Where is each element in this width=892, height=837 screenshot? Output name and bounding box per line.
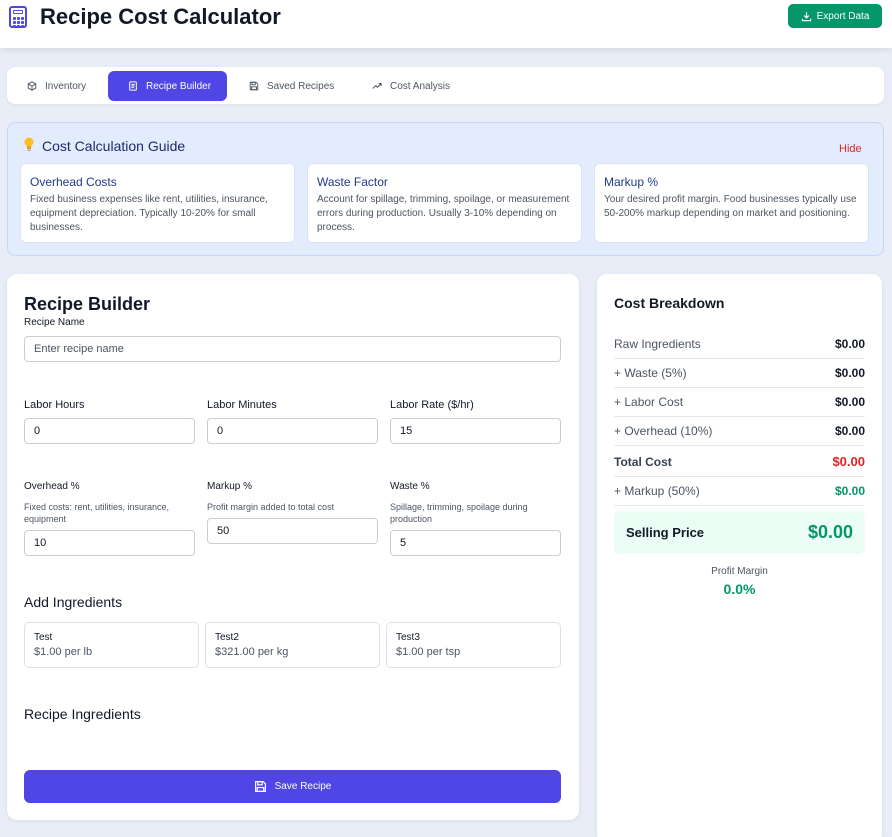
ingredient-card[interactable]: Test $1.00 per lb: [24, 622, 199, 668]
recipe-name-input[interactable]: Enter recipe name: [24, 336, 561, 362]
breakdown-row-value: $0.00: [834, 395, 865, 409]
recipe-name-label: Recipe Name: [24, 317, 85, 328]
save-icon: [254, 781, 266, 792]
ingredient-card[interactable]: Test2 $321.00 per kg: [205, 622, 380, 668]
overhead-hint: Fixed costs: rent, utilities, insurance,…: [24, 502, 170, 524]
tab-cost-analysis[interactable]: Cost Analysis: [352, 71, 467, 101]
labor-hours-label: Labor Hours: [24, 399, 85, 411]
breakdown-row-value: $0.00: [834, 484, 865, 498]
waste-input[interactable]: 5: [390, 530, 561, 556]
markup-input[interactable]: 50: [207, 518, 378, 544]
hide-guide-link[interactable]: Hide: [839, 143, 862, 155]
app-title: Recipe Cost Calculator: [40, 4, 281, 29]
export-data-label: Export Data: [816, 10, 870, 22]
add-ingredients-title: Add Ingredients: [24, 594, 123, 610]
breakdown-row-label: Total Cost: [614, 454, 672, 469]
ingredient-price: $1.00 per lb: [34, 646, 93, 658]
selling-price-box: Selling Price $0.00: [614, 511, 865, 554]
overhead-label: Overhead %: [24, 481, 80, 492]
labor-minutes-label: Labor Minutes: [207, 399, 277, 411]
labor-minutes-input[interactable]: 0: [207, 418, 378, 444]
guide-card-title: Waste Factor: [317, 175, 388, 189]
breakdown-row-waste: + Waste (5%) $0.00: [614, 359, 865, 388]
labor-rate-input[interactable]: 15: [390, 418, 561, 444]
ingredient-card[interactable]: Test3 $1.00 per tsp: [386, 622, 561, 668]
waste-label: Waste %: [390, 481, 430, 492]
selling-price-label: Selling Price: [626, 525, 705, 540]
guide-title: Cost Calculation Guide: [42, 138, 186, 154]
profit-margin-value: 0.0%: [723, 581, 756, 597]
save-icon: [249, 81, 259, 91]
main-tabs: Inventory Recipe Builder Saved Recipes C…: [7, 67, 884, 104]
ingredient-name: Test3: [396, 632, 420, 643]
breakdown-row-value: $0.00: [834, 424, 865, 438]
selling-price-value: $0.00: [807, 522, 853, 542]
cost-breakdown-panel: Cost Breakdown Raw Ingredients $0.00 + W…: [597, 274, 882, 837]
guide-card-title: Markup %: [604, 175, 659, 189]
cost-breakdown-title: Cost Breakdown: [614, 295, 725, 311]
markup-label: Markup %: [207, 481, 253, 492]
lightbulb-icon: [24, 137, 34, 151]
profit-margin-label: Profit Margin: [711, 566, 768, 577]
overhead-input[interactable]: 10: [24, 530, 195, 556]
tab-inventory[interactable]: Inventory: [7, 71, 107, 101]
recipe-builder-title: Recipe Builder: [24, 294, 151, 314]
breakdown-row-overhead: + Overhead (10%) $0.00: [614, 417, 865, 446]
tab-recipe-builder[interactable]: Recipe Builder: [108, 71, 227, 101]
guide-card-waste: Waste Factor Account for spillage, trimm…: [307, 163, 582, 243]
waste-hint: Spillage, trimming, spoilage during prod…: [390, 502, 528, 524]
breakdown-row-value: $0.00: [832, 454, 865, 469]
tab-inventory-label: Inventory: [45, 80, 87, 92]
calculator-icon: [9, 6, 27, 28]
labor-rate-label: Labor Rate ($/hr): [390, 399, 474, 411]
export-data-button[interactable]: Export Data: [788, 4, 882, 28]
breakdown-row-value: $0.00: [834, 366, 865, 380]
guide-card-markup: Markup % Your desired profit margin. Foo…: [594, 163, 869, 243]
breakdown-row-label: + Overhead (10%): [614, 424, 713, 438]
ingredient-name: Test: [34, 632, 53, 643]
labor-hours-input[interactable]: 0: [24, 418, 195, 444]
ingredient-price: $1.00 per tsp: [396, 646, 461, 658]
ingredient-price: $321.00 per kg: [215, 646, 289, 658]
cost-calculation-guide: Cost Calculation Guide Hide Overhead Cos…: [7, 122, 884, 256]
recipe-ingredients-title: Recipe Ingredients: [24, 706, 141, 722]
breakdown-row-raw-ingredients: Raw Ingredients $0.00: [614, 330, 865, 359]
guide-card-text: Your desired profit margin. Food busines…: [604, 194, 857, 219]
save-recipe-label: Save Recipe: [274, 781, 332, 792]
breakdown-row-markup: + Markup (50%) $0.00: [614, 477, 865, 506]
recipe-builder-panel: Recipe Builder Recipe Name Enter recipe …: [7, 274, 579, 820]
markup-hint: Profit margin added to total cost: [207, 502, 335, 512]
box-icon: [27, 81, 37, 91]
breakdown-row-labor: + Labor Cost $0.00: [614, 388, 865, 417]
tab-recipe-builder-label: Recipe Builder: [146, 80, 212, 92]
breakdown-row-label: + Waste (5%): [614, 366, 687, 380]
tab-saved-recipes[interactable]: Saved Recipes: [229, 71, 349, 101]
guide-card-text: Fixed business expenses like rent, utili…: [30, 194, 268, 233]
breakdown-row-label: Raw Ingredients: [614, 337, 701, 351]
save-recipe-button[interactable]: Save Recipe: [24, 770, 561, 803]
tab-cost-analysis-label: Cost Analysis: [390, 80, 451, 92]
breakdown-row-label: + Labor Cost: [614, 395, 684, 409]
notebook-icon: [129, 81, 137, 91]
app-header: Recipe Cost Calculator Export Data: [0, 0, 892, 48]
breakdown-row-value: $0.00: [834, 337, 865, 351]
breakdown-row-label: + Markup (50%): [614, 484, 700, 498]
guide-card-title: Overhead Costs: [30, 175, 117, 189]
guide-card-overhead: Overhead Costs Fixed business expenses l…: [20, 163, 295, 243]
trending-up-icon: [372, 83, 382, 89]
breakdown-row-total-cost: Total Cost $0.00: [614, 447, 865, 477]
guide-card-text: Account for spillage, trimming, spoilage…: [317, 194, 570, 233]
download-icon: [801, 11, 811, 21]
ingredient-name: Test2: [215, 632, 239, 643]
tab-saved-recipes-label: Saved Recipes: [267, 80, 335, 92]
